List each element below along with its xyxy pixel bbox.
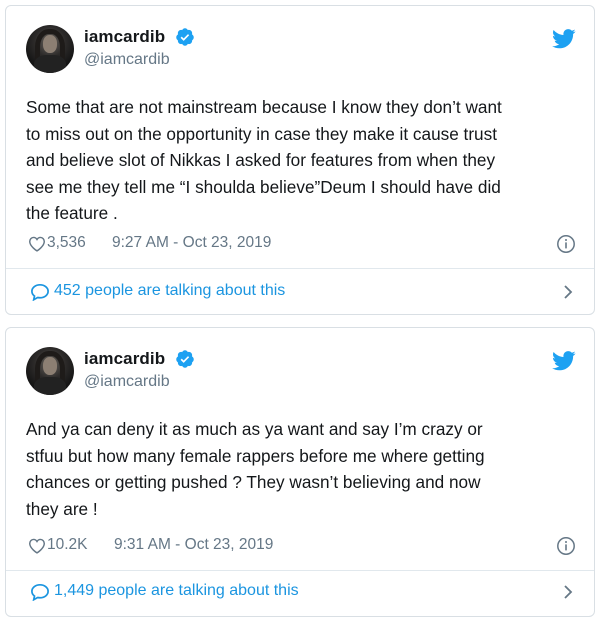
conversation-link[interactable]: 1,449 people are talking about this (30, 581, 574, 603)
tweet-card[interactable]: iamcardib @iamcardib And ya can deny it … (5, 327, 595, 617)
twitter-bird-icon[interactable] (552, 29, 576, 49)
heart-icon[interactable] (28, 538, 46, 554)
user-handle[interactable]: @iamcardib (84, 51, 170, 69)
conversation-label[interactable]: 452 people are talking about this (54, 282, 285, 300)
tweet-text: Some that are not mainstream because I k… (26, 97, 502, 223)
tweet-header: iamcardib @iamcardib (26, 25, 576, 73)
conversation-label[interactable]: 1,449 people are talking about this (54, 582, 299, 600)
tweet-timestamp[interactable]: 9:27 AM - Oct 23, 2019 (112, 234, 271, 252)
like-count[interactable]: 3,536 (47, 234, 86, 252)
tweet-text: And ya can deny it as much as ya want an… (26, 419, 485, 519)
author-name-row: iamcardib (84, 27, 195, 47)
divider (6, 570, 594, 571)
display-name[interactable]: iamcardib (84, 349, 165, 369)
chevron-right-icon[interactable] (562, 584, 574, 600)
like-count[interactable]: 10.2K (47, 536, 88, 554)
speech-bubble-icon (31, 283, 49, 301)
heart-icon[interactable] (28, 236, 46, 252)
chevron-right-icon[interactable] (562, 284, 574, 300)
author-name-row: iamcardib (84, 349, 195, 369)
avatar[interactable] (26, 25, 74, 73)
speech-bubble-icon (31, 583, 49, 601)
twitter-bird-icon[interactable] (552, 351, 576, 371)
tweet-header: iamcardib @iamcardib (26, 347, 576, 395)
divider (6, 268, 594, 269)
tweet-meta: 3,536 9:27 AM - Oct 23, 2019 (28, 233, 576, 255)
tweet-card[interactable]: iamcardib @iamcardib Some that are not m… (5, 5, 595, 315)
display-name[interactable]: iamcardib (84, 27, 165, 47)
tweet-meta: 10.2K 9:31 AM - Oct 23, 2019 (28, 535, 576, 557)
avatar[interactable] (26, 347, 74, 395)
info-icon[interactable] (556, 536, 576, 556)
info-icon[interactable] (556, 234, 576, 254)
verified-badge-icon (175, 28, 194, 46)
conversation-link[interactable]: 452 people are talking about this (30, 281, 574, 303)
tweet-timestamp[interactable]: 9:31 AM - Oct 23, 2019 (114, 536, 273, 554)
user-handle[interactable]: @iamcardib (84, 373, 170, 391)
verified-badge-icon (175, 350, 194, 368)
